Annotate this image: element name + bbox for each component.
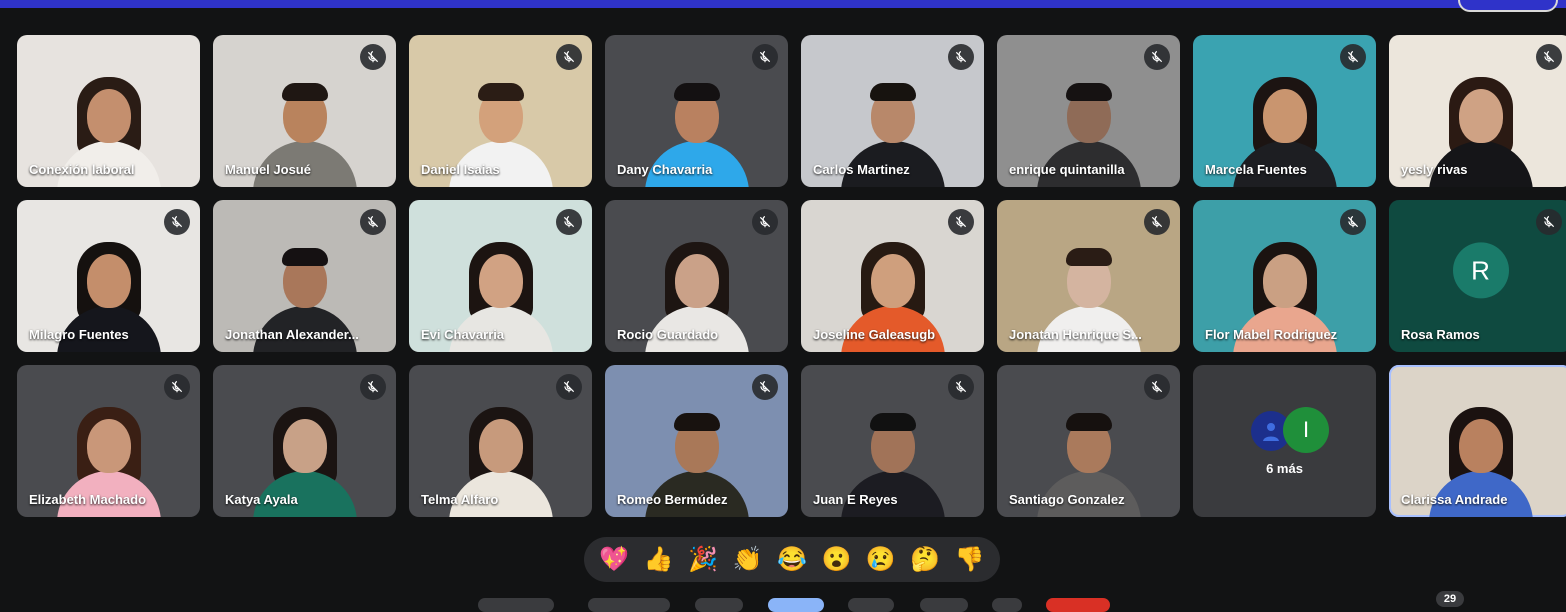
participant-tile[interactable]: Evi Chavarria (409, 200, 592, 352)
mic-off-icon (1144, 209, 1170, 235)
mic-off-icon (948, 44, 974, 70)
mic-off-icon (556, 374, 582, 400)
participant-tile[interactable]: Jonatan Henrique S... (997, 200, 1180, 352)
mic-off-icon (556, 44, 582, 70)
top-bar (0, 0, 1566, 8)
participant-name: Marcela Fuentes (1205, 162, 1307, 177)
mic-off-icon (1536, 44, 1562, 70)
participant-tile[interactable]: enrique quintanilla (997, 35, 1180, 187)
reaction-button[interactable]: 😂 (777, 547, 807, 572)
participant-name: Romeo Bermúdez (617, 492, 728, 507)
participant-name: Joseline Galeasugb (813, 327, 936, 342)
participant-tile[interactable]: Flor Mabel Rodriguez (1193, 200, 1376, 352)
reaction-button[interactable]: 👏 (733, 547, 763, 572)
mic-off-icon (360, 44, 386, 70)
participant-tile[interactable]: R Rosa Ramos (1389, 200, 1566, 352)
participant-tile[interactable]: Jonathan Alexander... (213, 200, 396, 352)
mic-off-icon (1144, 44, 1170, 70)
participant-tile[interactable]: Daniel Isaias (409, 35, 592, 187)
reaction-button[interactable]: 💖 (599, 547, 629, 572)
leave-call-button[interactable] (1046, 598, 1110, 612)
control-button[interactable] (848, 598, 894, 612)
mic-off-icon (752, 44, 778, 70)
participant-name: Carlos Martinez (813, 162, 910, 177)
participant-name: yesly rivas (1401, 162, 1468, 177)
mic-off-icon (360, 209, 386, 235)
participant-name: Milagro Fuentes (29, 327, 129, 342)
participant-tile[interactable]: Dany Chavarria (605, 35, 788, 187)
participant-tile[interactable]: Joseline Galeasugb (801, 200, 984, 352)
participant-name: Santiago Gonzalez (1009, 492, 1125, 507)
reaction-button[interactable]: 😢 (866, 547, 896, 572)
mic-off-icon (948, 209, 974, 235)
top-bar-pill[interactable] (1458, 0, 1558, 12)
participant-name: Rocio Guardado (617, 327, 719, 342)
participant-name: Flor Mabel Rodriguez (1205, 327, 1338, 342)
participant-name: Jonathan Alexander... (225, 327, 359, 342)
participant-tile[interactable]: yesly rivas (1389, 35, 1566, 187)
avatar: R (1452, 242, 1509, 299)
reaction-button[interactable]: 🤔 (910, 547, 940, 572)
participant-name: Daniel Isaias (421, 162, 500, 177)
mic-off-icon (1340, 44, 1366, 70)
reaction-button[interactable]: 👎 (955, 547, 985, 572)
participant-tile[interactable]: Katya Ayala (213, 365, 396, 517)
control-button[interactable] (768, 598, 824, 612)
participant-name: Jonatan Henrique S... (1009, 327, 1142, 342)
participant-tile[interactable]: Santiago Gonzalez (997, 365, 1180, 517)
mic-off-icon (164, 209, 190, 235)
more-participants-label: 6 más (1266, 461, 1303, 476)
participant-name: Dany Chavarria (617, 162, 713, 177)
participant-name: Juan E Reyes (813, 492, 898, 507)
participant-name: Elizabeth Machado (29, 492, 147, 507)
participant-name: Telma Alfaro (421, 492, 499, 507)
participant-tile[interactable]: Milagro Fuentes (17, 200, 200, 352)
participant-tile[interactable]: Elizabeth Machado (17, 365, 200, 517)
mic-off-icon (752, 209, 778, 235)
mic-off-icon (164, 374, 190, 400)
participant-name: enrique quintanilla (1009, 162, 1125, 177)
participant-name: Evi Chavarria (421, 327, 505, 342)
participant-name: Katya Ayala (225, 492, 298, 507)
reactions-bar: 💖 👍 🎉 👏 😂 😮 😢 🤔 👎 (584, 537, 1000, 582)
mic-off-icon (360, 374, 386, 400)
reaction-button[interactable]: 🎉 (688, 547, 718, 572)
participant-name: Clarissa Andrade (1401, 492, 1508, 507)
participant-tile[interactable]: Rocio Guardado (605, 200, 788, 352)
participant-tile[interactable]: Conexión laboral (17, 35, 200, 187)
participant-name: Rosa Ramos (1401, 327, 1480, 342)
control-button[interactable] (478, 598, 554, 612)
reaction-button[interactable]: 😮 (821, 547, 851, 572)
participant-tile[interactable]: Marcela Fuentes (1193, 35, 1376, 187)
participant-grid: Conexión laboral Manuel Josué Daniel Isaia… (17, 35, 1566, 517)
mic-off-icon (752, 374, 778, 400)
mic-off-icon (556, 209, 582, 235)
participant-tile[interactable]: I 6 más (1193, 365, 1376, 517)
participant-name: Conexión laboral (29, 162, 135, 177)
control-button[interactable] (695, 598, 743, 612)
mic-off-icon (1144, 374, 1170, 400)
participant-tile[interactable]: Telma Alfaro (409, 365, 592, 517)
reaction-button[interactable]: 👍 (644, 547, 674, 572)
mic-off-icon (948, 374, 974, 400)
participant-name: Manuel Josué (225, 162, 311, 177)
mic-off-icon (1536, 209, 1562, 235)
participant-tile[interactable]: Manuel Josué (213, 35, 396, 187)
control-button[interactable] (920, 598, 968, 612)
participant-tile[interactable]: Clarissa Andrade (1389, 365, 1566, 517)
mic-off-icon (1340, 209, 1366, 235)
avatar: I (1283, 407, 1329, 453)
participant-tile[interactable]: Juan E Reyes (801, 365, 984, 517)
participant-tile[interactable]: Romeo Bermúdez (605, 365, 788, 517)
control-button[interactable] (992, 598, 1022, 612)
participant-tile[interactable]: Carlos Martinez (801, 35, 984, 187)
more-participants[interactable]: I 6 más (1193, 365, 1376, 517)
control-button[interactable] (588, 598, 670, 612)
